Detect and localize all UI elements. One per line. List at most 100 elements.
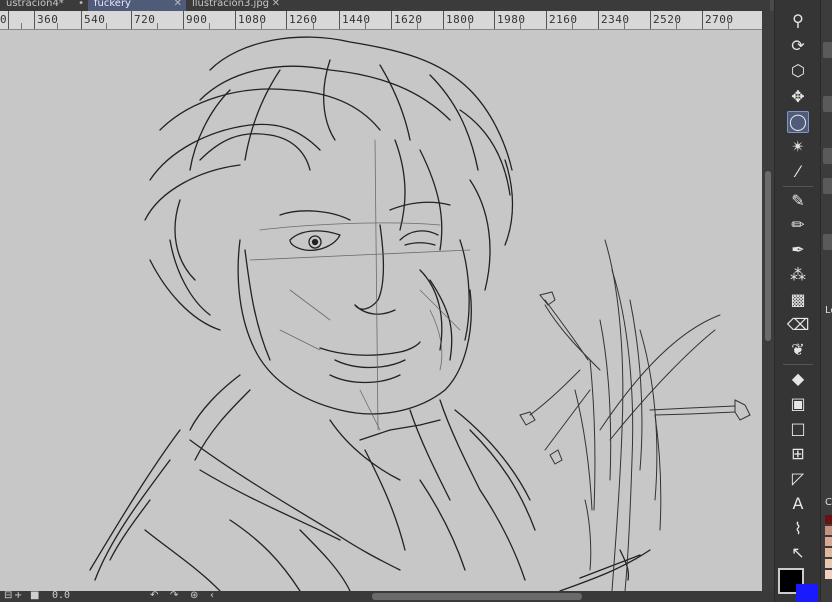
eraser-tool-icon[interactable]: ⌫ bbox=[787, 314, 810, 336]
ruler-tick bbox=[598, 11, 599, 29]
eyedropper-tool-icon[interactable]: ⁄ bbox=[787, 161, 809, 183]
tab-label: fuckery bbox=[94, 0, 131, 9]
ruler-minor-tick bbox=[21, 23, 22, 29]
color-swatch[interactable] bbox=[825, 570, 832, 579]
toolbox-panel: ⚲ ⟳ ⬡ ✥ ◯ ✴ ⁄ ✎ ✏ ✒ ⁂ ▩ ⌫ ❦ ◆ ▣ □ ⊞ ◸ A … bbox=[774, 0, 821, 602]
ruler-tool-icon[interactable]: ◸ bbox=[787, 468, 809, 490]
ruler-minor-tick bbox=[728, 23, 729, 29]
scroll-left-icon[interactable]: ‹ bbox=[210, 591, 214, 602]
color-swatch[interactable] bbox=[825, 537, 832, 546]
ruler-minor-tick bbox=[313, 23, 314, 29]
side-panel-collapsed: Le C bbox=[820, 0, 832, 602]
zoom-readout[interactable]: 0.0 bbox=[52, 591, 70, 602]
ruler-label: 1620 bbox=[394, 13, 423, 26]
pencil-tool-icon[interactable]: ✏ bbox=[787, 214, 809, 236]
ruler-minor-tick bbox=[417, 23, 418, 29]
ruler-tick bbox=[131, 11, 132, 29]
ruler-label: 900 bbox=[186, 13, 208, 26]
ruler-label: 1080 bbox=[238, 13, 267, 26]
fill-tool-icon[interactable]: ◆ bbox=[787, 368, 809, 390]
ruler-label: 0 bbox=[0, 13, 8, 26]
panel-button[interactable] bbox=[823, 178, 832, 194]
object-tool-icon[interactable]: ⬡ bbox=[787, 60, 809, 82]
vertical-scrollbar[interactable] bbox=[762, 11, 774, 591]
color-swatch[interactable] bbox=[825, 548, 832, 557]
ruler-minor-tick bbox=[520, 23, 521, 29]
background-color-swatch[interactable] bbox=[796, 584, 818, 602]
drawing-canvas[interactable] bbox=[0, 30, 762, 591]
ruler-tick bbox=[391, 11, 392, 29]
ruler-label: 1800 bbox=[446, 13, 475, 26]
ruler-tick bbox=[339, 11, 340, 29]
canvas-status-bar: ⊟ + ■ 0.0 ↶ ↷ ⊛ ‹ bbox=[0, 591, 774, 602]
ruler-tick bbox=[81, 11, 82, 29]
tab-ilustracion3[interactable]: llustracion3.jpg ✕ bbox=[186, 0, 284, 11]
color-swatch[interactable] bbox=[825, 515, 832, 524]
stop-icon[interactable]: ■ bbox=[30, 591, 39, 602]
ruler-tick bbox=[286, 11, 287, 29]
sketch-drawing bbox=[89, 36, 751, 591]
lasso-tool-icon[interactable]: ◯ bbox=[787, 111, 809, 133]
vertical-scroll-thumb[interactable] bbox=[765, 171, 771, 341]
ruler-tick bbox=[183, 11, 184, 29]
layer-options-icon[interactable]: ⊟ bbox=[4, 591, 12, 602]
ruler-tick bbox=[650, 11, 651, 29]
ruler-label: 2340 bbox=[601, 13, 630, 26]
color-swatch[interactable] bbox=[825, 526, 832, 535]
horizontal-ruler: 0 360 540 720 900 1080 1260 1440 1620 18… bbox=[0, 11, 762, 30]
tab-fuckery[interactable]: fuckery ✕ bbox=[88, 0, 186, 11]
brush-tool-icon[interactable]: ✒ bbox=[787, 239, 809, 261]
layer-panel-label: Le bbox=[825, 305, 832, 316]
zoom-tool-icon[interactable]: ⚲ bbox=[787, 10, 809, 32]
move-tool-icon[interactable]: ✥ bbox=[787, 86, 809, 108]
toolbox-divider bbox=[783, 186, 813, 187]
ruler-label: 2520 bbox=[653, 13, 682, 26]
color-swatch[interactable] bbox=[825, 559, 832, 568]
ruler-minor-tick bbox=[106, 23, 107, 29]
balloon-tool-icon[interactable]: ⌇ bbox=[787, 518, 809, 540]
ruler-label: 2160 bbox=[549, 13, 578, 26]
rotate-left-icon[interactable]: ↶ bbox=[150, 591, 158, 602]
ruler-tick bbox=[8, 11, 9, 29]
decoration-tool-icon[interactable]: ▩ bbox=[787, 289, 809, 311]
color-panel-label: C bbox=[825, 497, 832, 508]
add-icon[interactable]: + bbox=[14, 591, 22, 602]
panel-button[interactable] bbox=[823, 42, 832, 58]
magic-wand-tool-icon[interactable]: ✴ bbox=[787, 136, 809, 158]
frame-border-tool-icon[interactable]: ⊞ bbox=[787, 443, 809, 465]
toolbox-divider bbox=[783, 364, 813, 365]
tab-ilustracion4[interactable]: ustracion4* • bbox=[0, 0, 88, 11]
airbrush-tool-icon[interactable]: ⁂ bbox=[787, 264, 809, 286]
ruler-minor-tick bbox=[572, 23, 573, 29]
reset-rotation-icon[interactable]: ⊛ bbox=[190, 591, 198, 602]
ruler-minor-tick bbox=[676, 23, 677, 29]
ruler-label: 2700 bbox=[705, 13, 734, 26]
ruler-tick bbox=[494, 11, 495, 29]
ruler-tick bbox=[235, 11, 236, 29]
ruler-label: 540 bbox=[84, 13, 106, 26]
ruler-minor-tick bbox=[57, 23, 58, 29]
correct-line-tool-icon[interactable]: ↖ bbox=[787, 542, 809, 564]
pen-tool-icon[interactable]: ✎ bbox=[787, 190, 809, 212]
close-icon[interactable]: ✕ bbox=[174, 0, 182, 9]
tab-label: llustracion3.jpg bbox=[192, 0, 270, 9]
gradient-tool-icon[interactable]: ▣ bbox=[787, 393, 809, 415]
ruler-minor-tick bbox=[261, 23, 262, 29]
ruler-tick bbox=[443, 11, 444, 29]
ruler-minor-tick bbox=[209, 23, 210, 29]
ruler-minor-tick bbox=[157, 23, 158, 29]
ruler-tick bbox=[546, 11, 547, 29]
blend-tool-icon[interactable]: ❦ bbox=[787, 339, 809, 361]
panel-button[interactable] bbox=[823, 148, 832, 164]
figure-tool-icon[interactable]: □ bbox=[787, 418, 809, 440]
ruler-tick bbox=[702, 11, 703, 29]
panel-button[interactable] bbox=[823, 234, 832, 250]
close-icon[interactable]: ✕ bbox=[272, 0, 280, 9]
ruler-minor-tick bbox=[365, 23, 366, 29]
ruler-label: 720 bbox=[134, 13, 156, 26]
text-tool-icon[interactable]: A bbox=[787, 493, 809, 515]
rotate-view-tool-icon[interactable]: ⟳ bbox=[787, 35, 809, 57]
rotate-right-icon[interactable]: ↷ bbox=[170, 591, 178, 602]
horizontal-scroll-thumb[interactable] bbox=[372, 593, 582, 600]
panel-button[interactable] bbox=[823, 96, 832, 112]
